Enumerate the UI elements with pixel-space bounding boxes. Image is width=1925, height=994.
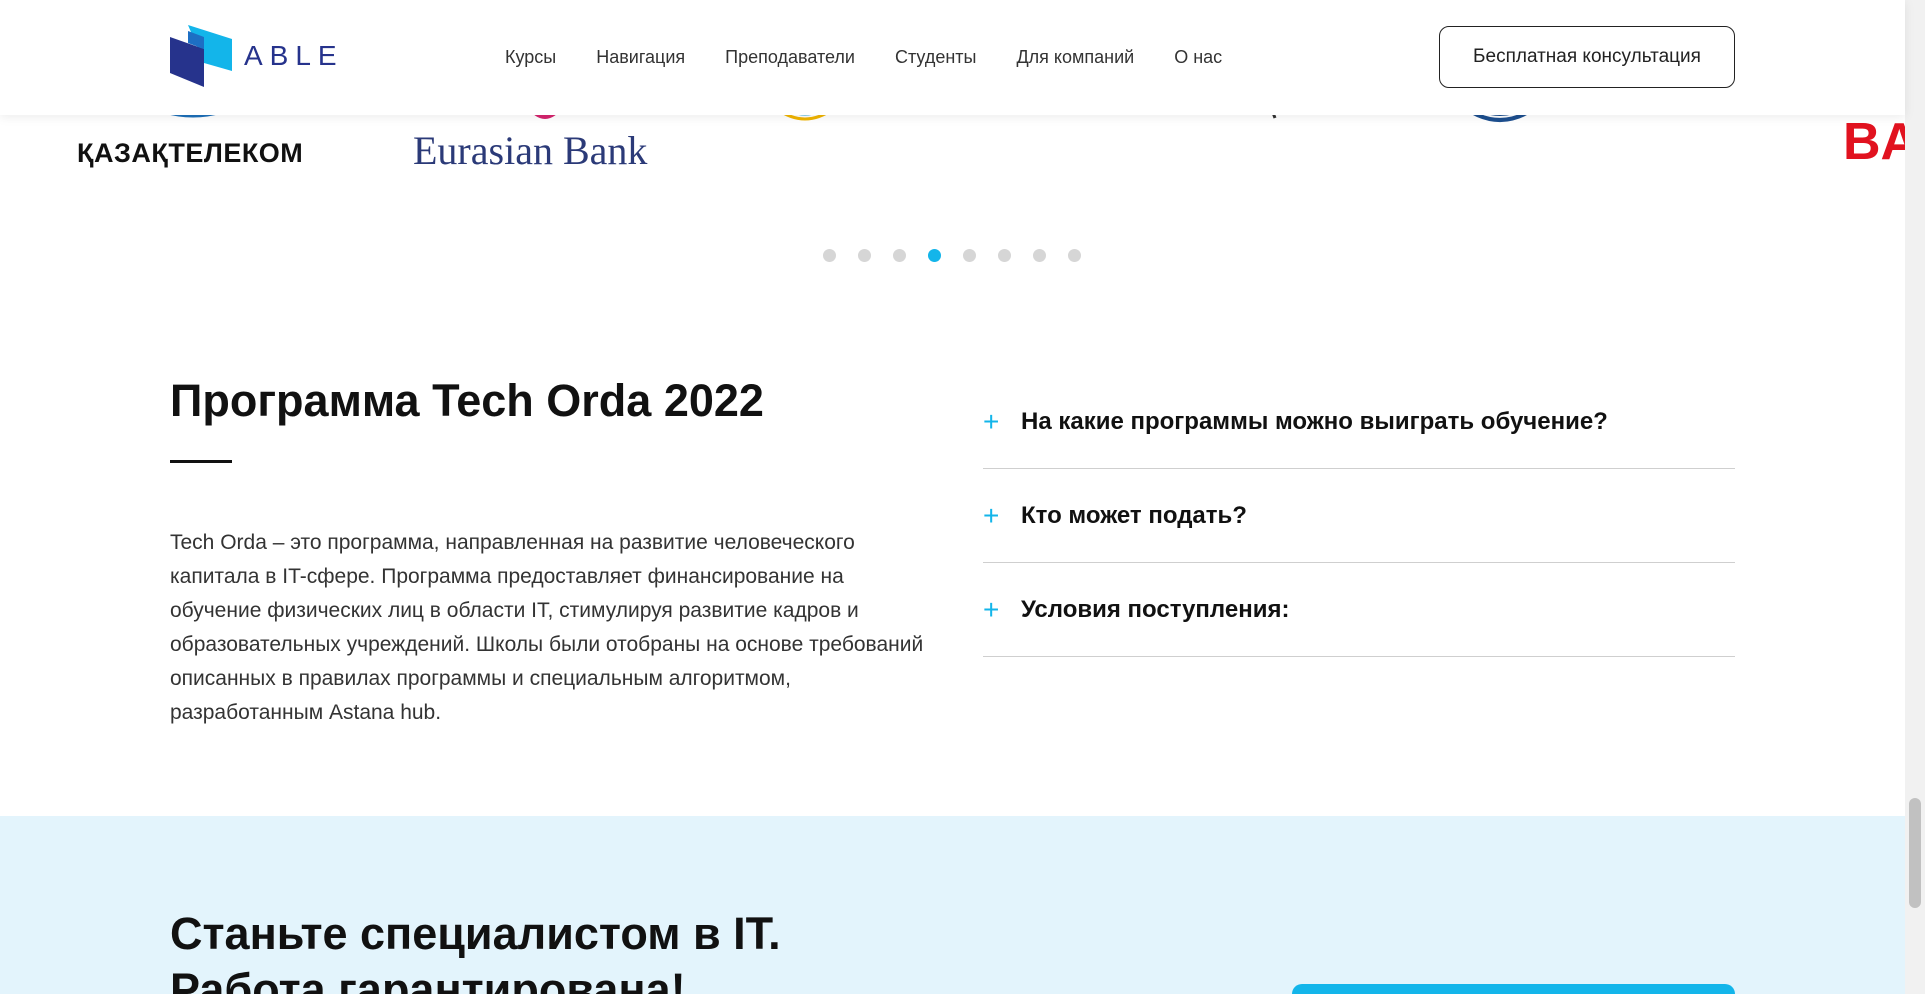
partner-logo-eurasian-bank: Eurasian Bank (413, 128, 648, 173)
partner-logo-partial: BA (1843, 113, 1905, 171)
free-consultation-button[interactable]: Бесплатная консультация (1439, 26, 1735, 88)
nav-courses[interactable]: Курсы (505, 47, 556, 68)
carousel-dot[interactable] (858, 249, 871, 262)
main-nav: Курсы Навигация Преподаватели Студенты Д… (505, 0, 1222, 115)
carousel-dot[interactable] (963, 249, 976, 262)
program-title: Программа Tech Orda 2022 (170, 375, 764, 426)
able-logo-icon (170, 25, 232, 87)
cta-title: Станьте специалистом в IT. Работа гарант… (170, 906, 781, 994)
nav-students[interactable]: Студенты (895, 47, 976, 68)
carousel-dot[interactable] (1068, 249, 1081, 262)
carousel-dot[interactable] (1033, 249, 1046, 262)
faq-question: Кто может подать? (1021, 501, 1247, 529)
cta-title-line: Работа гарантирована! (170, 964, 686, 994)
plus-icon: + (983, 499, 1000, 531)
cta-section: Станьте специалистом в IT. Работа гарант… (0, 816, 1905, 994)
nav-teachers[interactable]: Преподаватели (725, 47, 855, 68)
plus-icon: + (983, 405, 1000, 437)
site-header: ABLE Курсы Навигация Преподаватели Студе… (0, 0, 1905, 115)
partner-logo-kazakhtelecom: ҚАЗАҚТЕЛЕКОМ (77, 138, 304, 168)
cta-button[interactable] (1292, 984, 1735, 994)
cta-title-line: Станьте специалистом в IT. (170, 908, 781, 959)
scrollbar[interactable] (1905, 0, 1925, 994)
nav-about[interactable]: О нас (1174, 47, 1222, 68)
carousel-dot[interactable] (893, 249, 906, 262)
carousel-dot[interactable] (823, 249, 836, 262)
able-logo[interactable]: ABLE (170, 25, 344, 87)
faq-accordion: + На какие программы можно выиграть обуч… (983, 375, 1735, 657)
faq-item[interactable]: + Кто может подать? (983, 469, 1735, 563)
carousel-dot[interactable] (998, 249, 1011, 262)
faq-item[interactable]: + На какие программы можно выиграть обуч… (983, 375, 1735, 469)
faq-question: На какие программы можно выиграть обучен… (1021, 407, 1608, 435)
scrollbar-thumb[interactable] (1909, 798, 1921, 908)
carousel-dot-active[interactable] (928, 249, 941, 262)
nav-for-companies[interactable]: Для компаний (1016, 47, 1134, 68)
title-underline (170, 460, 232, 463)
plus-icon: + (983, 593, 1000, 625)
program-description: Tech Orda – это программа, направленная … (170, 531, 924, 724)
logo-text: ABLE (244, 40, 344, 71)
faq-item[interactable]: + Условия поступления: (983, 563, 1735, 657)
carousel-dots (823, 249, 1081, 262)
nav-navigation[interactable]: Навигация (596, 47, 685, 68)
faq-question: Условия поступления: (1021, 595, 1290, 623)
